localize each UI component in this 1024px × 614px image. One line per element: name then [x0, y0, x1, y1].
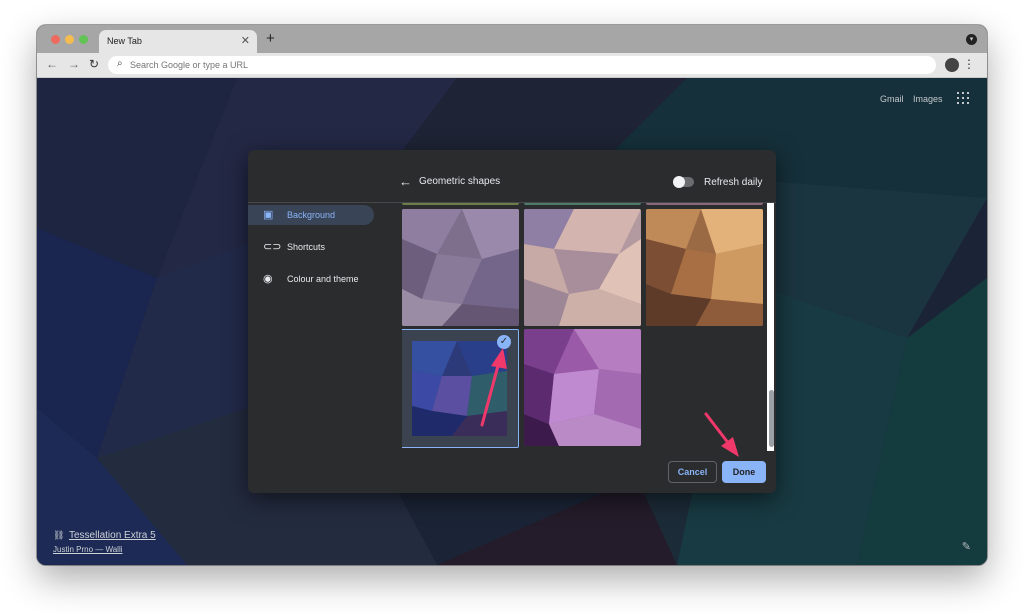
selected-check-icon: ✓ [497, 335, 511, 349]
omnibox[interactable]: ⌕ ☆ [108, 56, 957, 74]
tab-title: New Tab [107, 36, 142, 46]
forward-arrow-icon[interactable]: → [68, 57, 80, 71]
link-icon: ⛓ [53, 530, 65, 540]
zoom-window-button[interactable] [79, 35, 88, 44]
toolbar: ← → ↻ ⌕ ☆ ⋮ [37, 53, 987, 78]
apps-grid-icon[interactable] [957, 92, 969, 104]
reload-icon[interactable]: ↻ [89, 57, 99, 71]
background-tile[interactable] [402, 209, 519, 326]
menu-item-label: Background [287, 210, 336, 220]
customize-dialog: ← Geometric shapes Refresh daily ▣ Backg… [248, 150, 776, 493]
attribution-author[interactable]: Justin Prno — Walli [53, 545, 123, 554]
background-icon: ▣ [263, 209, 274, 221]
background-tile[interactable] [646, 209, 763, 326]
new-tab-button[interactable]: + [266, 30, 275, 47]
background-tile[interactable] [524, 203, 641, 205]
close-window-button[interactable] [51, 35, 60, 44]
collection-title: Geometric shapes [419, 176, 501, 187]
background-tile[interactable] [402, 203, 519, 205]
scrollbar-thumb[interactable] [769, 390, 774, 447]
customize-pencil-icon[interactable]: ✎ [962, 540, 971, 553]
background-grid: ✓ [402, 203, 768, 453]
background-tile-selected[interactable]: ✓ [402, 329, 519, 448]
search-icon: ⌕ [117, 58, 123, 69]
new-tab-page: Gmail Images ⛓ Tessellation Extra 5 Just… [37, 78, 987, 565]
refresh-daily-toggle[interactable] [673, 176, 694, 188]
menu-item-label: Shortcuts [287, 242, 326, 252]
close-tab-icon[interactable]: ✕ [241, 34, 250, 47]
more-menu-icon[interactable]: ⋮ [963, 57, 975, 71]
refresh-daily-label: Refresh daily [704, 177, 763, 188]
tab-strip: New Tab ✕ + ▾ [37, 25, 987, 53]
attribution-title[interactable]: Tessellation Extra 5 [69, 530, 156, 541]
menu-item-background[interactable]: ▣ Background [248, 205, 374, 225]
minimize-window-button[interactable] [65, 35, 74, 44]
done-button[interactable]: Done [722, 461, 766, 483]
menu-item-colour-and-theme[interactable]: ◉ Colour and theme [248, 269, 374, 289]
profile-avatar[interactable] [945, 58, 959, 72]
address-input[interactable] [130, 58, 890, 72]
link-icon: ⊂⊃ [263, 241, 282, 253]
background-tile[interactable] [524, 209, 641, 326]
menu-item-label: Colour and theme [287, 274, 359, 284]
back-arrow-icon[interactable]: ← [399, 174, 412, 189]
cancel-button[interactable]: Cancel [668, 461, 717, 483]
browser-window: New Tab ✕ + ▾ ← → ↻ ⌕ ☆ ⋮ [37, 25, 987, 565]
gmail-link[interactable]: Gmail [880, 94, 904, 104]
back-arrow-icon[interactable]: ← [46, 57, 58, 71]
tab-search-icon[interactable]: ▾ [966, 34, 977, 45]
menu-item-shortcuts[interactable]: ⊂⊃ Shortcuts [248, 237, 374, 257]
background-tile[interactable] [646, 203, 763, 205]
dialog-header: ← Geometric shapes Refresh daily [248, 150, 776, 203]
background-tile[interactable] [524, 329, 641, 446]
palette-icon: ◉ [263, 273, 273, 285]
images-link[interactable]: Images [913, 94, 943, 104]
tab-new-tab[interactable]: New Tab ✕ [99, 30, 257, 53]
